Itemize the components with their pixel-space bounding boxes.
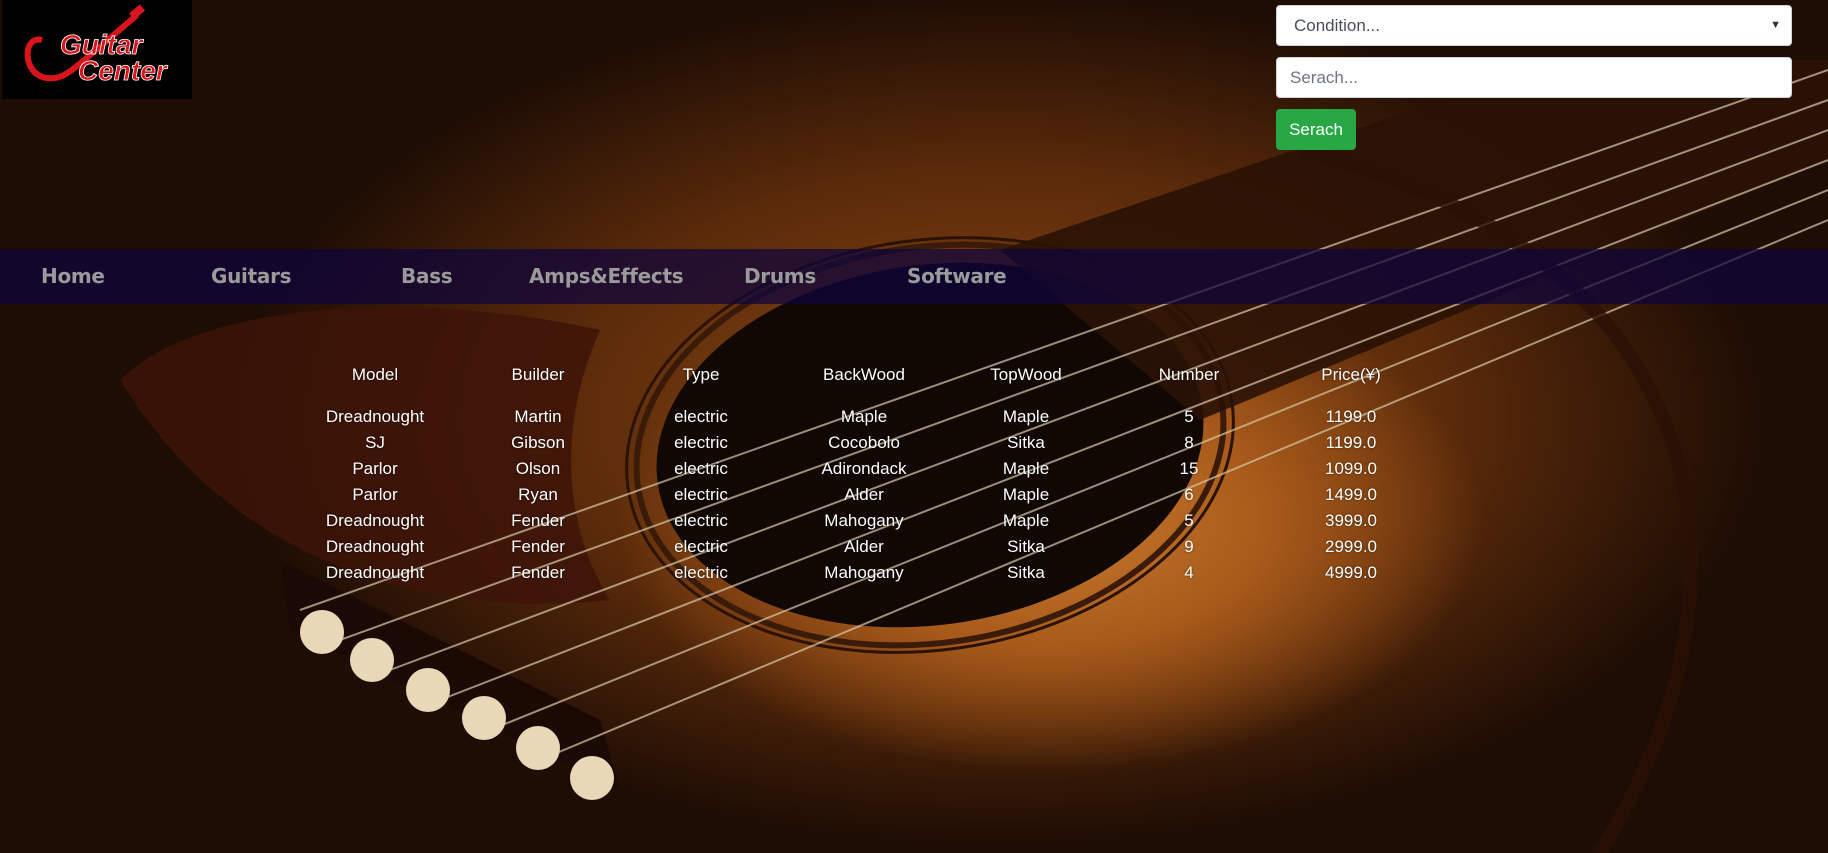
cell-model: Dreadnought bbox=[325, 407, 425, 426]
cell-number: 9 bbox=[1184, 537, 1194, 556]
column-header-topwood: TopWood bbox=[990, 365, 1062, 384]
cell-price: 1199.0 bbox=[1325, 433, 1377, 452]
cell-type: electric bbox=[674, 485, 728, 504]
chevron-down-icon: ▼ bbox=[1770, 19, 1781, 31]
nav-item-amps-effects[interactable]: Amps&Effects bbox=[529, 249, 684, 304]
column-header-number: Number bbox=[1158, 365, 1220, 384]
table-row: SJ Gibson electric Cocobolo Sitka 8 1199.0 bbox=[0, 430, 1828, 456]
logo-text-line2: Center bbox=[78, 55, 169, 86]
cell-number: 5 bbox=[1184, 407, 1194, 426]
cell-type: electric bbox=[674, 563, 728, 582]
table-header-row: Model Builder Type BackWood TopWood Numb… bbox=[0, 362, 1828, 388]
column-header-backwood: BackWood bbox=[823, 365, 905, 384]
cell-model: Parlor bbox=[352, 485, 398, 504]
cell-backwood: Maple bbox=[840, 407, 888, 426]
cell-backwood: Adirondack bbox=[821, 459, 907, 478]
nav-item-software[interactable]: Software bbox=[907, 249, 1007, 304]
cell-type: electric bbox=[674, 537, 728, 556]
table-row: Dreadnought Fender electric Alder Sitka 9 2999… bbox=[0, 534, 1828, 560]
cell-price: 2999.0 bbox=[1325, 537, 1377, 556]
column-header-builder: Builder bbox=[511, 365, 565, 384]
cell-builder: Fender bbox=[511, 511, 565, 530]
cell-model: Dreadnought bbox=[325, 563, 425, 582]
cell-model: SJ bbox=[365, 433, 385, 452]
table-row: Dreadnought Fender electric Mahogany Sitka 4 4… bbox=[0, 560, 1828, 586]
cell-number: 5 bbox=[1184, 511, 1194, 530]
cell-price: 1099.0 bbox=[1325, 459, 1377, 478]
table-row: Dreadnought Martin electric Maple Maple 5 1199… bbox=[0, 404, 1828, 430]
column-header-price: Price(¥) bbox=[1321, 365, 1381, 384]
nav-item-bass[interactable]: Bass bbox=[401, 249, 453, 304]
search-input[interactable]: Serach... bbox=[1276, 57, 1792, 98]
cell-topwood: Maple bbox=[1002, 485, 1050, 504]
cell-backwood: Mahogany bbox=[824, 511, 904, 530]
nav-item-drums[interactable]: Drums bbox=[744, 249, 816, 304]
search-input-placeholder: Serach... bbox=[1290, 68, 1359, 87]
column-header-model: Model bbox=[351, 365, 399, 384]
condition-select[interactable]: Condition... ▼ bbox=[1276, 5, 1792, 46]
table-row: Dreadnought Fender electric Mahogany Maple 5 3… bbox=[0, 508, 1828, 534]
cell-backwood: Alder bbox=[844, 485, 884, 504]
cell-model: Dreadnought bbox=[325, 511, 425, 530]
cell-topwood: Maple bbox=[1002, 407, 1050, 426]
nav-item-home[interactable]: Home bbox=[41, 249, 105, 304]
cell-number: 6 bbox=[1184, 485, 1194, 504]
main-nav: Home Guitars Bass Amps&Effects Drums Sof… bbox=[0, 249, 1828, 304]
cell-builder: Gibson bbox=[511, 433, 565, 452]
cell-type: electric bbox=[674, 407, 728, 426]
cell-number: 4 bbox=[1184, 563, 1194, 582]
cell-backwood: Alder bbox=[844, 537, 884, 556]
cell-type: electric bbox=[674, 511, 728, 530]
cell-builder: Fender bbox=[511, 537, 565, 556]
cell-builder: Olson bbox=[515, 459, 561, 478]
guitar-center-logo[interactable]: Guitar Center bbox=[2, 0, 192, 99]
cell-topwood: Maple bbox=[1002, 511, 1050, 530]
cell-builder: Martin bbox=[514, 407, 562, 426]
table-row: Parlor Ryan electric Alder Maple 6 1499.0 bbox=[0, 482, 1828, 508]
cell-builder: Fender bbox=[511, 563, 565, 582]
table-row: Parlor Olson electric Adirondack Maple 15 1099… bbox=[0, 456, 1828, 482]
cell-backwood: Cocobolo bbox=[828, 433, 900, 452]
cell-number: 15 bbox=[1179, 459, 1199, 478]
cell-backwood: Mahogany bbox=[824, 563, 904, 582]
nav-item-guitars[interactable]: Guitars bbox=[211, 249, 292, 304]
cell-number: 8 bbox=[1184, 433, 1194, 452]
cell-price: 1199.0 bbox=[1325, 407, 1377, 426]
cell-price: 3999.0 bbox=[1325, 511, 1377, 530]
cell-builder: Ryan bbox=[518, 485, 558, 504]
cell-topwood: Maple bbox=[1002, 459, 1050, 478]
search-button[interactable]: Serach bbox=[1276, 109, 1356, 150]
cell-model: Dreadnought bbox=[325, 537, 425, 556]
search-form: Condition... ▼ Serach... Serach bbox=[1276, 5, 1792, 150]
cell-model: Parlor bbox=[352, 459, 398, 478]
condition-select-value: Condition... bbox=[1294, 16, 1380, 35]
column-header-type: Type bbox=[682, 365, 720, 384]
cell-price: 1499.0 bbox=[1325, 485, 1377, 504]
cell-type: electric bbox=[674, 459, 728, 478]
cell-topwood: Sitka bbox=[1007, 563, 1045, 582]
cell-price: 4999.0 bbox=[1325, 563, 1377, 582]
cell-type: electric bbox=[674, 433, 728, 452]
cell-topwood: Sitka bbox=[1007, 433, 1045, 452]
cell-topwood: Sitka bbox=[1007, 537, 1045, 556]
